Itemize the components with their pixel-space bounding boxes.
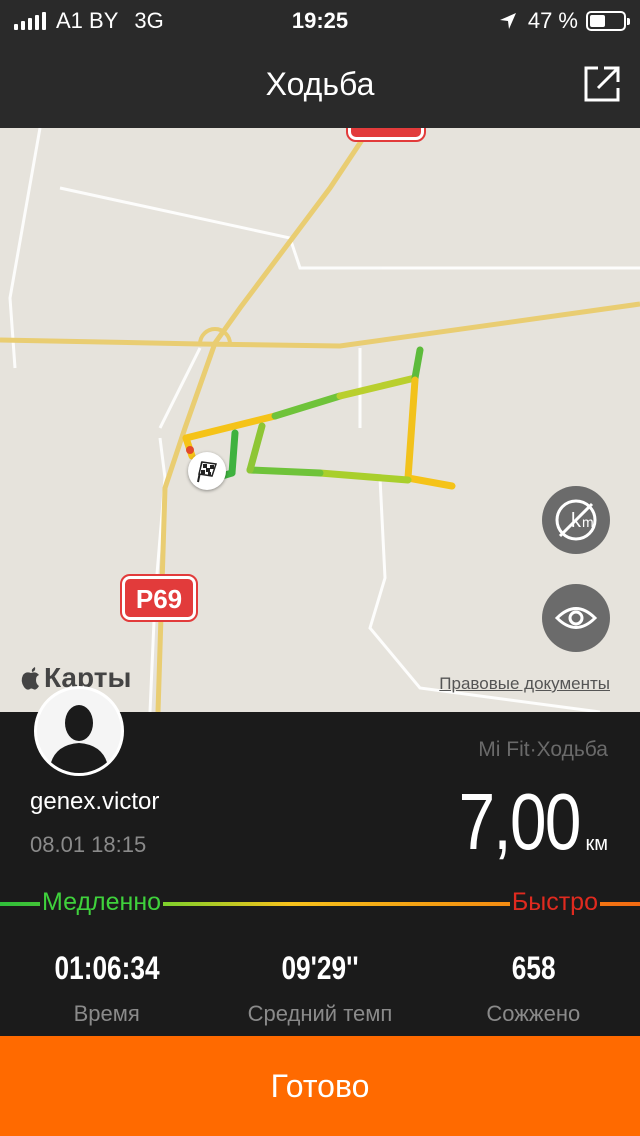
username: genex.victor xyxy=(30,788,160,815)
battery-icon xyxy=(586,11,630,31)
route-map[interactable]: P69 k m Карты Правовые д xyxy=(0,128,640,712)
location-arrow-icon xyxy=(499,13,516,29)
distance-unit: км xyxy=(585,833,609,855)
km-markers-toggle-icon: k m xyxy=(555,499,597,541)
km-markers-toggle-button[interactable]: k m xyxy=(542,486,610,554)
user-silhouette-icon xyxy=(49,705,109,773)
stat-time: 01:06:34 Время xyxy=(0,950,213,1027)
nav-bar: Ходьба xyxy=(0,40,640,128)
distance-value: 7,00 xyxy=(458,777,581,866)
finish-flag-icon xyxy=(188,452,226,490)
stats-row: 01:06:34 Время 09'29'' Средний темп 658 … xyxy=(0,950,640,1027)
stat-label: Средний темп xyxy=(247,1001,393,1026)
workout-datetime: 08.01 18:15 xyxy=(30,832,147,857)
done-button[interactable]: Готово xyxy=(0,1036,640,1136)
share-icon[interactable] xyxy=(582,64,622,104)
stat-value: 01:06:34 xyxy=(54,950,160,986)
avatar[interactable] xyxy=(34,686,124,776)
apple-logo-icon xyxy=(21,667,39,690)
stat-value: 658 xyxy=(511,950,556,986)
status-right: 47 % xyxy=(498,8,630,34)
legal-link[interactable]: Правовые документы xyxy=(439,674,610,694)
speed-fast-label: Быстро xyxy=(509,888,600,917)
stat-label: Сожжено xyxy=(486,1001,581,1026)
stat-value: 09'29'' xyxy=(281,950,359,986)
view-toggle-button[interactable] xyxy=(542,584,610,652)
stat-label: Время xyxy=(73,1001,140,1026)
speed-legend: Медленно Быстро xyxy=(0,886,640,922)
workout-summary: genex.victor 08.01 18:15 Mi Fit·Ходьба 7… xyxy=(0,686,640,1036)
road-shield-p69: P69 xyxy=(120,574,198,622)
battery-percent: 47 % xyxy=(527,8,578,33)
distance: 7,00 км xyxy=(432,782,608,862)
road-shield-top xyxy=(346,128,426,142)
page-title: Ходьба xyxy=(265,66,375,102)
svg-text:m: m xyxy=(582,514,594,530)
eye-icon xyxy=(554,607,598,629)
workout-source: Mi Fit·Ходьба xyxy=(478,738,608,761)
stat-pace: 09'29'' Средний темп xyxy=(213,950,426,1027)
status-bar: A1 BY 3G 19:25 47 % xyxy=(0,0,640,40)
stat-calories: 658 Сожжено xyxy=(427,950,640,1027)
speed-slow-label: Медленно xyxy=(40,888,164,917)
battery-fill xyxy=(590,15,606,27)
